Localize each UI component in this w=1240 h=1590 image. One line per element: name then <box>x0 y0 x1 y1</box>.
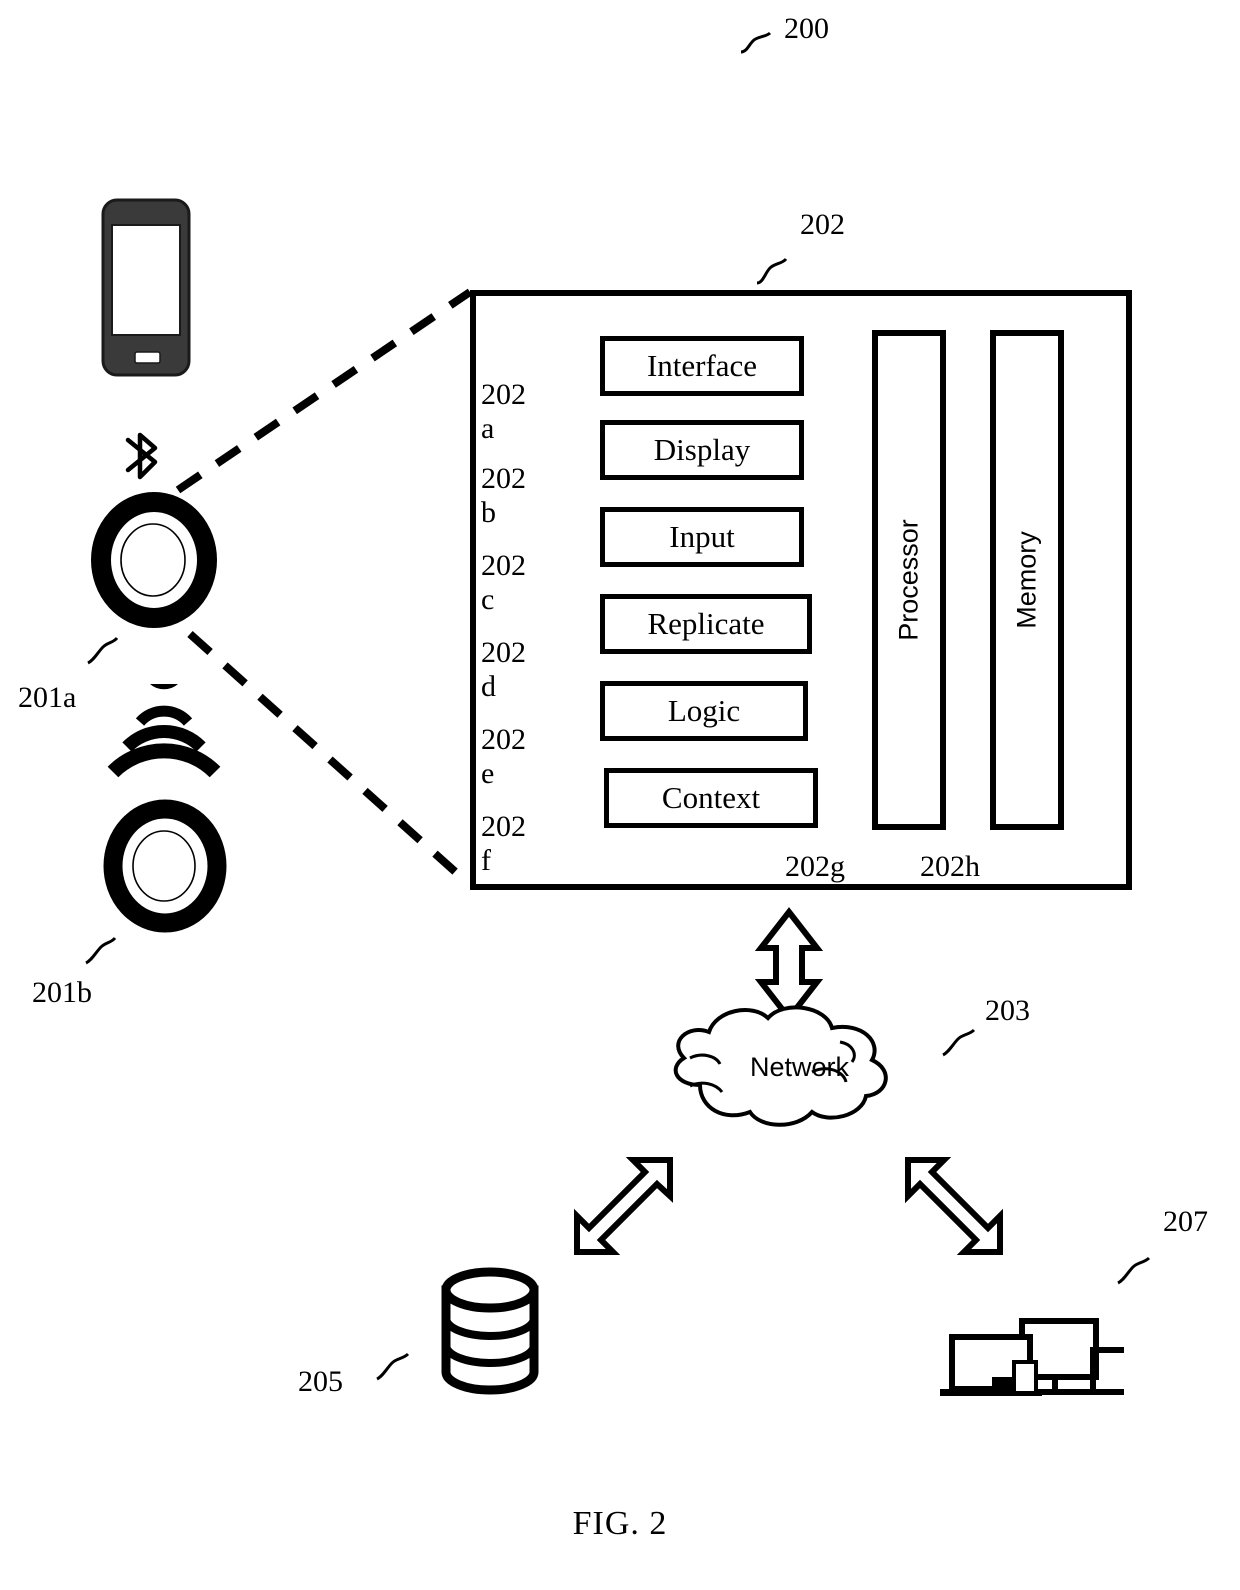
client-devices-icon <box>940 1318 1124 1396</box>
wearable-ring-icon-b <box>103 799 227 933</box>
ref-205: 205 <box>298 1365 343 1398</box>
wearable-ring-icon-a <box>91 492 217 628</box>
module-box-context[interactable]: Context <box>604 768 818 828</box>
module-label: Display <box>653 432 751 467</box>
arrow-network-database <box>574 1157 673 1255</box>
leader-203 <box>942 1028 976 1057</box>
ref-202f-line2: f <box>481 844 491 877</box>
ref-202c-line1: 202 <box>481 549 526 582</box>
ref-202e-line1: 202 <box>481 723 526 756</box>
ref-202d-line2: d <box>481 670 496 703</box>
leader-200 <box>740 31 772 54</box>
ref-202e: 202 e <box>481 723 535 791</box>
ref-202f-line1: 202 <box>481 810 526 843</box>
leader-202 <box>756 257 788 285</box>
bluetooth-icon <box>125 432 158 480</box>
module-label: Input <box>669 519 735 554</box>
ref-202d-line1: 202 <box>481 636 526 669</box>
smartphone-icon <box>101 198 191 377</box>
ref-202c-line2: c <box>481 583 495 616</box>
module-label: Interface <box>646 348 758 383</box>
figure-caption: FIG. 2 <box>572 1505 668 1542</box>
ref-201a: 201a <box>18 681 77 714</box>
ref-207: 207 <box>1163 1205 1208 1238</box>
ref-201b: 201b <box>32 976 92 1009</box>
ref-202c: 202 c <box>481 549 535 617</box>
ref-202b-line2: b <box>481 496 496 529</box>
network-cloud-label: Network <box>750 1052 850 1082</box>
module-box-interface[interactable]: Interface <box>600 336 804 396</box>
module-label: Replicate <box>647 606 765 641</box>
database-cylinder-icon <box>441 1267 539 1395</box>
arrow-device-network <box>754 907 824 1023</box>
ref-202: 202 <box>800 208 845 241</box>
ref-202a-line1: 202a <box>481 378 526 445</box>
module-label: Logic <box>667 693 741 728</box>
ref-200: 200 <box>784 12 829 45</box>
leader-201b <box>85 936 117 965</box>
module-box-logic[interactable]: Logic <box>600 681 808 741</box>
wireless-signal-icon <box>107 684 221 778</box>
ref-202a: 202a <box>481 378 535 446</box>
ref-202b: 202 b <box>481 462 535 530</box>
ref-202d: 202 d <box>481 636 535 704</box>
processor-column-box[interactable]: Processor <box>872 330 946 830</box>
memory-column-box[interactable]: Memory <box>990 330 1064 830</box>
ref-202e-line2: e <box>481 757 495 790</box>
ref-202f: 202 f <box>481 810 535 878</box>
arrow-network-clients <box>905 1157 1003 1255</box>
memory-label: Memory <box>1011 531 1042 629</box>
module-box-input[interactable]: Input <box>600 507 804 567</box>
callout-dashed-lines <box>175 288 473 888</box>
module-box-display[interactable]: Display <box>600 420 804 480</box>
patent-figure-2: Interface Display Input Replicate Logic … <box>0 0 1240 1590</box>
processor-label: Processor <box>893 519 924 641</box>
leader-207 <box>1117 1256 1151 1285</box>
module-label: Context <box>661 780 761 815</box>
ref-202g: 202g <box>785 850 845 883</box>
ref-202b-line1: 202 <box>481 462 526 495</box>
leader-201a <box>87 636 119 665</box>
ref-203: 203 <box>985 994 1030 1027</box>
leader-205 <box>376 1352 410 1381</box>
ref-202h: 202h <box>920 850 980 883</box>
module-box-replicate[interactable]: Replicate <box>600 594 812 654</box>
